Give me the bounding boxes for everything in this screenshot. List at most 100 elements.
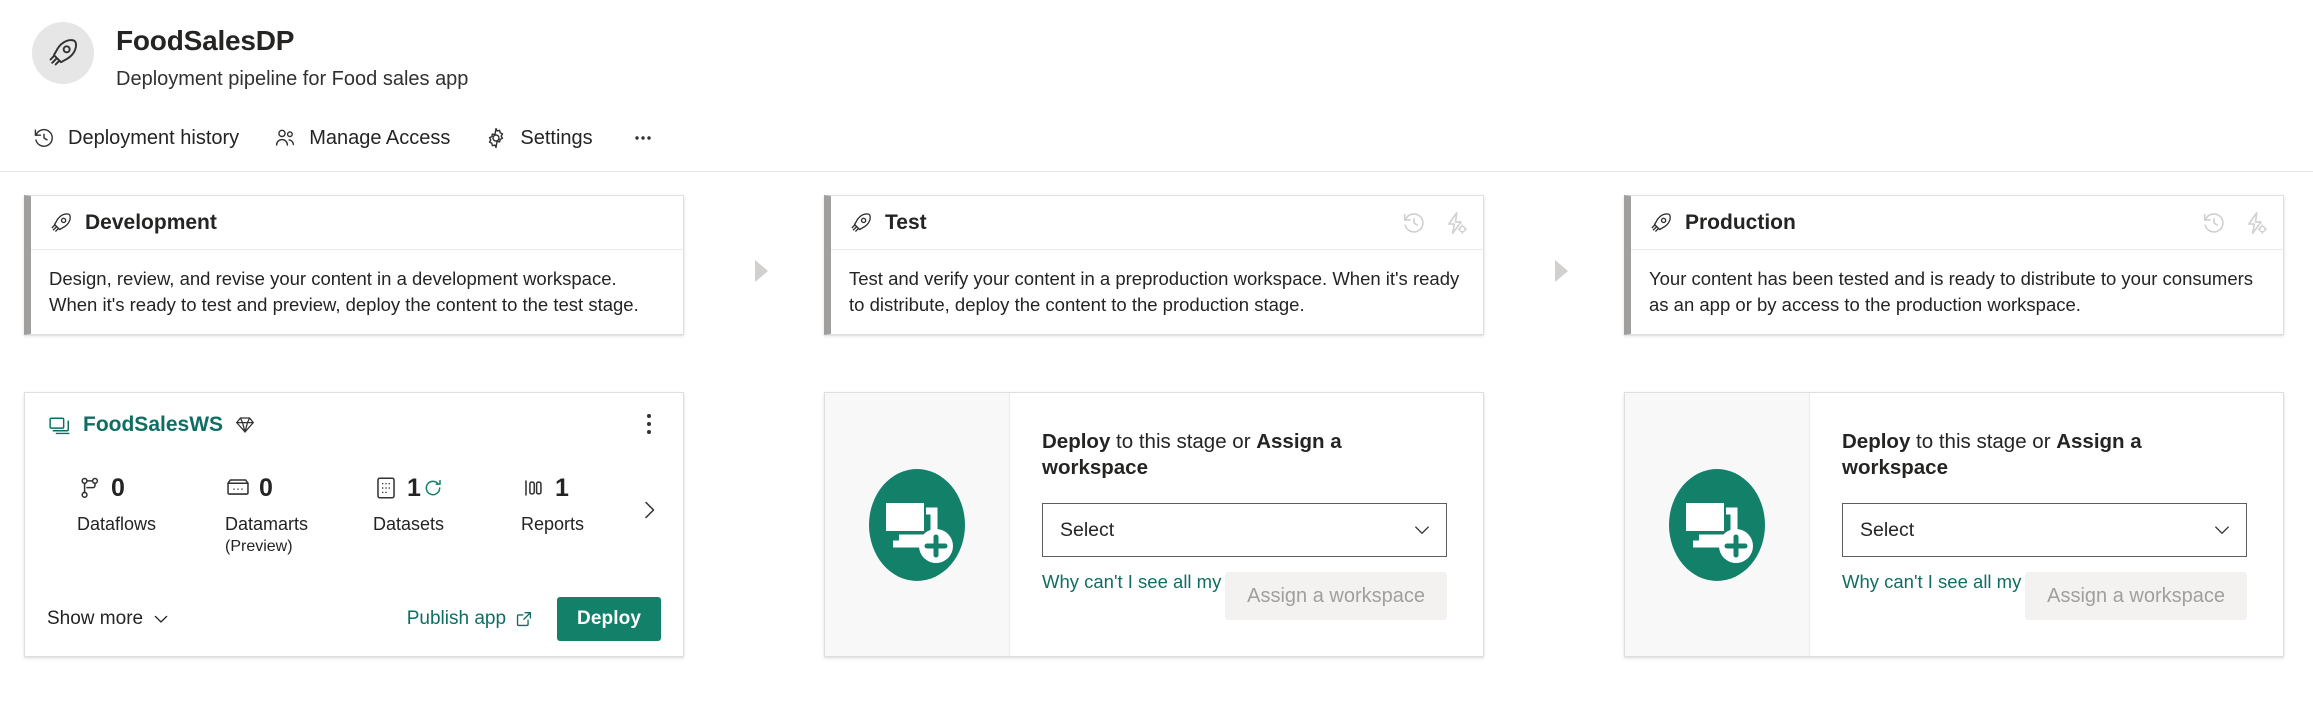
chevron-down-icon	[2215, 526, 2229, 534]
rocket-icon	[51, 212, 71, 232]
ellipsis-icon	[634, 136, 651, 140]
empty-stage-body-test: Deploy to this stage or Assign a workspa…	[1010, 393, 1483, 656]
people-icon	[276, 129, 295, 146]
stage-card-production: Production Your content has been tested …	[1624, 195, 2284, 335]
more-dot	[647, 430, 651, 434]
manage-access-button[interactable]: Manage Access	[273, 118, 462, 158]
stage-card-development: Development Design, review, and revise y…	[24, 195, 684, 335]
datamart-icon	[227, 479, 249, 495]
dataflow-icon	[81, 477, 99, 498]
empty-stage-body-production: Deploy to this stage or Assign a workspa…	[1810, 393, 2283, 656]
page-header: FoodSalesDP Deployment pipeline for Food…	[0, 0, 2313, 172]
more-dot	[647, 414, 651, 418]
deployment-rules-icon[interactable]	[1443, 210, 1469, 236]
pipeline-identity: FoodSalesDP Deployment pipeline for Food…	[32, 22, 468, 92]
artifact-dataflows[interactable]: 0 Dataflows	[77, 471, 225, 536]
open-in-new-icon	[516, 612, 532, 627]
identity-text-block: FoodSalesDP Deployment pipeline for Food…	[116, 22, 468, 92]
history-icon[interactable]	[1401, 210, 1427, 236]
pipeline-avatar	[32, 22, 94, 84]
empty-heading-mid: to this stage or	[1110, 430, 1257, 453]
workspace-select-value-production: Select	[1860, 518, 1915, 541]
stage-header-development: Development	[31, 196, 683, 250]
artifact-reports-top: 1	[521, 471, 569, 505]
arrow-right-icon	[755, 260, 768, 282]
artifact-datasets[interactable]: 1 Datasets	[373, 471, 521, 536]
empty-heading-lead: Deploy	[1842, 430, 1911, 453]
deployment-history-button[interactable]: Deployment history	[32, 118, 251, 158]
assign-workspace-button-production[interactable]: Assign a workspace	[2025, 572, 2247, 620]
stage-title-test: Test	[885, 210, 927, 234]
workspace-select-test[interactable]: Select	[1042, 503, 1447, 557]
more-dot	[647, 422, 651, 426]
page-title: FoodSalesDP	[116, 25, 295, 56]
workspace-select-production[interactable]: Select	[1842, 503, 2247, 557]
empty-stage-card-test: Deploy to this stage or Assign a workspa…	[824, 392, 1484, 657]
stage-title-development: Development	[85, 210, 217, 234]
dataset-icon	[377, 477, 395, 499]
artifact-datamarts-preview-tag: (Preview)	[225, 538, 293, 555]
manage-access-label: Manage Access	[309, 126, 451, 149]
workspace-select-value-test: Select	[1060, 518, 1115, 541]
stage-description-production: Your content has been tested and is read…	[1649, 268, 2254, 315]
deployment-rules-icon[interactable]	[2243, 210, 2269, 236]
history-icon	[34, 128, 53, 147]
report-icon	[525, 480, 542, 496]
workspace-name-link[interactable]: FoodSalesWS	[83, 413, 223, 437]
artifact-datasets-top: 1	[373, 471, 443, 505]
artifact-datasets-label: Datasets	[373, 514, 445, 534]
workspace-card-development: FoodSalesWS 0 Dataflows 0 Datamarts (Pre…	[24, 392, 684, 657]
show-more-label: Show more	[47, 608, 144, 629]
rocket-icon	[851, 212, 871, 232]
footer-actions: Publish app Deploy	[407, 597, 661, 641]
refresh-icon	[425, 479, 441, 496]
artifact-reports-label: Reports	[521, 514, 585, 534]
artifact-datamarts-count: 0	[259, 474, 273, 502]
workspace-more-menu-button[interactable]	[637, 411, 661, 437]
gear-icon	[489, 127, 504, 149]
stage-header-actions-production	[2201, 210, 2269, 236]
page-subtitle: Deployment pipeline for Food sales app	[116, 68, 469, 90]
artifact-dataflows-count: 0	[111, 474, 125, 502]
empty-stage-heading-production: Deploy to this stage or Assign a workspa…	[1842, 429, 2247, 481]
chevron-down-icon	[154, 615, 168, 623]
publish-app-link[interactable]: Publish app	[407, 608, 533, 630]
deployment-history-label: Deployment history	[68, 126, 240, 149]
settings-button[interactable]: Settings	[484, 118, 604, 158]
stage-card-test: Test Test and verify your content in a p…	[824, 195, 1484, 335]
workspace-card-footer: Show more Publish app Deploy	[25, 582, 685, 656]
empty-stage-card-production: Deploy to this stage or Assign a workspa…	[1624, 392, 2284, 657]
more-commands-button[interactable]	[631, 118, 655, 158]
workspace-card-header: FoodSalesWS	[25, 393, 683, 449]
command-bar: Deployment history Manage Access Setting…	[32, 118, 655, 158]
assign-workspace-button-test[interactable]: Assign a workspace	[1225, 572, 1447, 620]
show-more-button[interactable]: Show more	[47, 608, 170, 630]
workspace-stacked-icon	[49, 416, 70, 434]
stage-description-development: Design, review, and revise your content …	[49, 268, 639, 315]
history-icon[interactable]	[2201, 210, 2227, 236]
artifact-reports-count: 1	[555, 474, 569, 502]
artifact-datamarts-label: Datamarts	[225, 514, 309, 534]
artifact-dataflows-label: Dataflows	[77, 514, 157, 534]
stage-title-production: Production	[1685, 210, 1796, 234]
assign-workspace-illustration-test	[825, 393, 1010, 656]
chevron-down-icon	[1415, 526, 1429, 534]
rocket-icon	[1651, 212, 1671, 232]
add-workspace-illustration	[1669, 468, 1765, 581]
chevron-right-icon[interactable]	[637, 497, 661, 523]
assign-workspace-illustration-production	[1625, 393, 1810, 656]
artifact-datasets-count: 1	[407, 474, 421, 502]
stage-header-actions-test	[1401, 210, 1469, 236]
empty-heading-lead: Deploy	[1042, 430, 1111, 453]
settings-label: Settings	[520, 126, 593, 149]
rocket-icon	[49, 39, 77, 66]
deploy-button[interactable]: Deploy	[557, 597, 661, 641]
publish-app-label: Publish app	[406, 608, 507, 629]
empty-heading-mid: to this stage or	[1910, 430, 2057, 453]
arrow-right-icon	[1555, 260, 1568, 282]
artifact-dataflows-top: 0	[77, 471, 125, 505]
empty-stage-heading-test: Deploy to this stage or Assign a workspa…	[1042, 429, 1447, 481]
premium-diamond-icon	[236, 417, 254, 433]
artifact-datamarts[interactable]: 0 Datamarts (Preview)	[225, 471, 373, 558]
add-workspace-illustration	[869, 468, 965, 581]
